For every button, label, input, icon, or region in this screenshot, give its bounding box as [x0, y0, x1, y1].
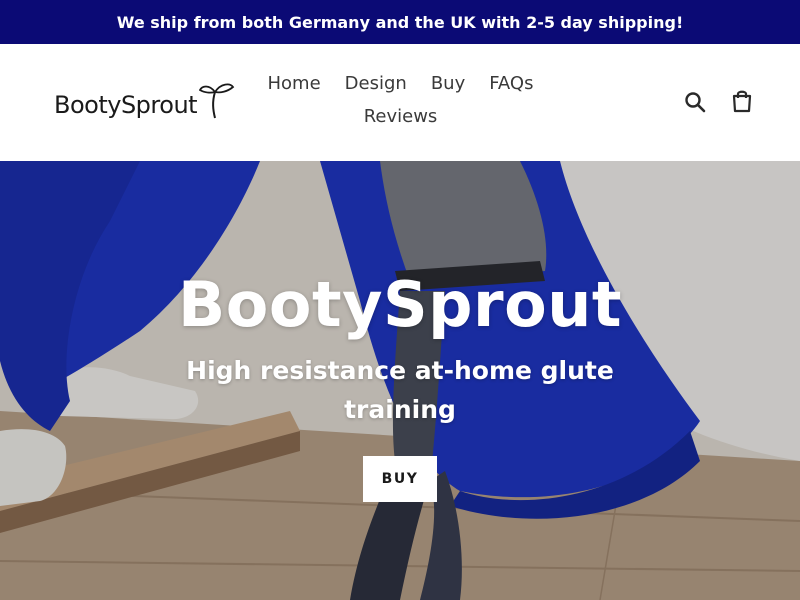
logo-text: BootySprout: [54, 91, 198, 119]
nav-reviews[interactable]: Reviews: [364, 103, 438, 130]
hero-title: BootySprout: [178, 268, 622, 341]
announcement-bar: We ship from both Germany and the UK wit…: [0, 0, 800, 44]
nav-buy[interactable]: Buy: [431, 70, 465, 97]
nav-design[interactable]: Design: [345, 70, 407, 97]
cart-icon: [732, 90, 752, 113]
sprout-icon: [199, 83, 235, 119]
nav-faqs[interactable]: FAQs: [489, 70, 533, 97]
hero-banner: BootySprout High resistance at-home glut…: [0, 161, 800, 600]
main-nav: Home Design Buy FAQs Reviews: [248, 70, 553, 130]
cart-button[interactable]: [728, 87, 756, 115]
search-button[interactable]: [681, 88, 709, 116]
hero-buy-button[interactable]: BUY: [363, 456, 437, 502]
search-icon: [685, 92, 706, 113]
nav-home[interactable]: Home: [268, 70, 321, 97]
site-logo[interactable]: BootySprout: [54, 80, 235, 120]
hero-subtitle: High resistance at-home glute training: [186, 356, 614, 424]
announcement-text: We ship from both Germany and the UK wit…: [116, 12, 684, 32]
site-header: BootySprout Home Design Buy FAQs Reviews: [0, 44, 800, 161]
